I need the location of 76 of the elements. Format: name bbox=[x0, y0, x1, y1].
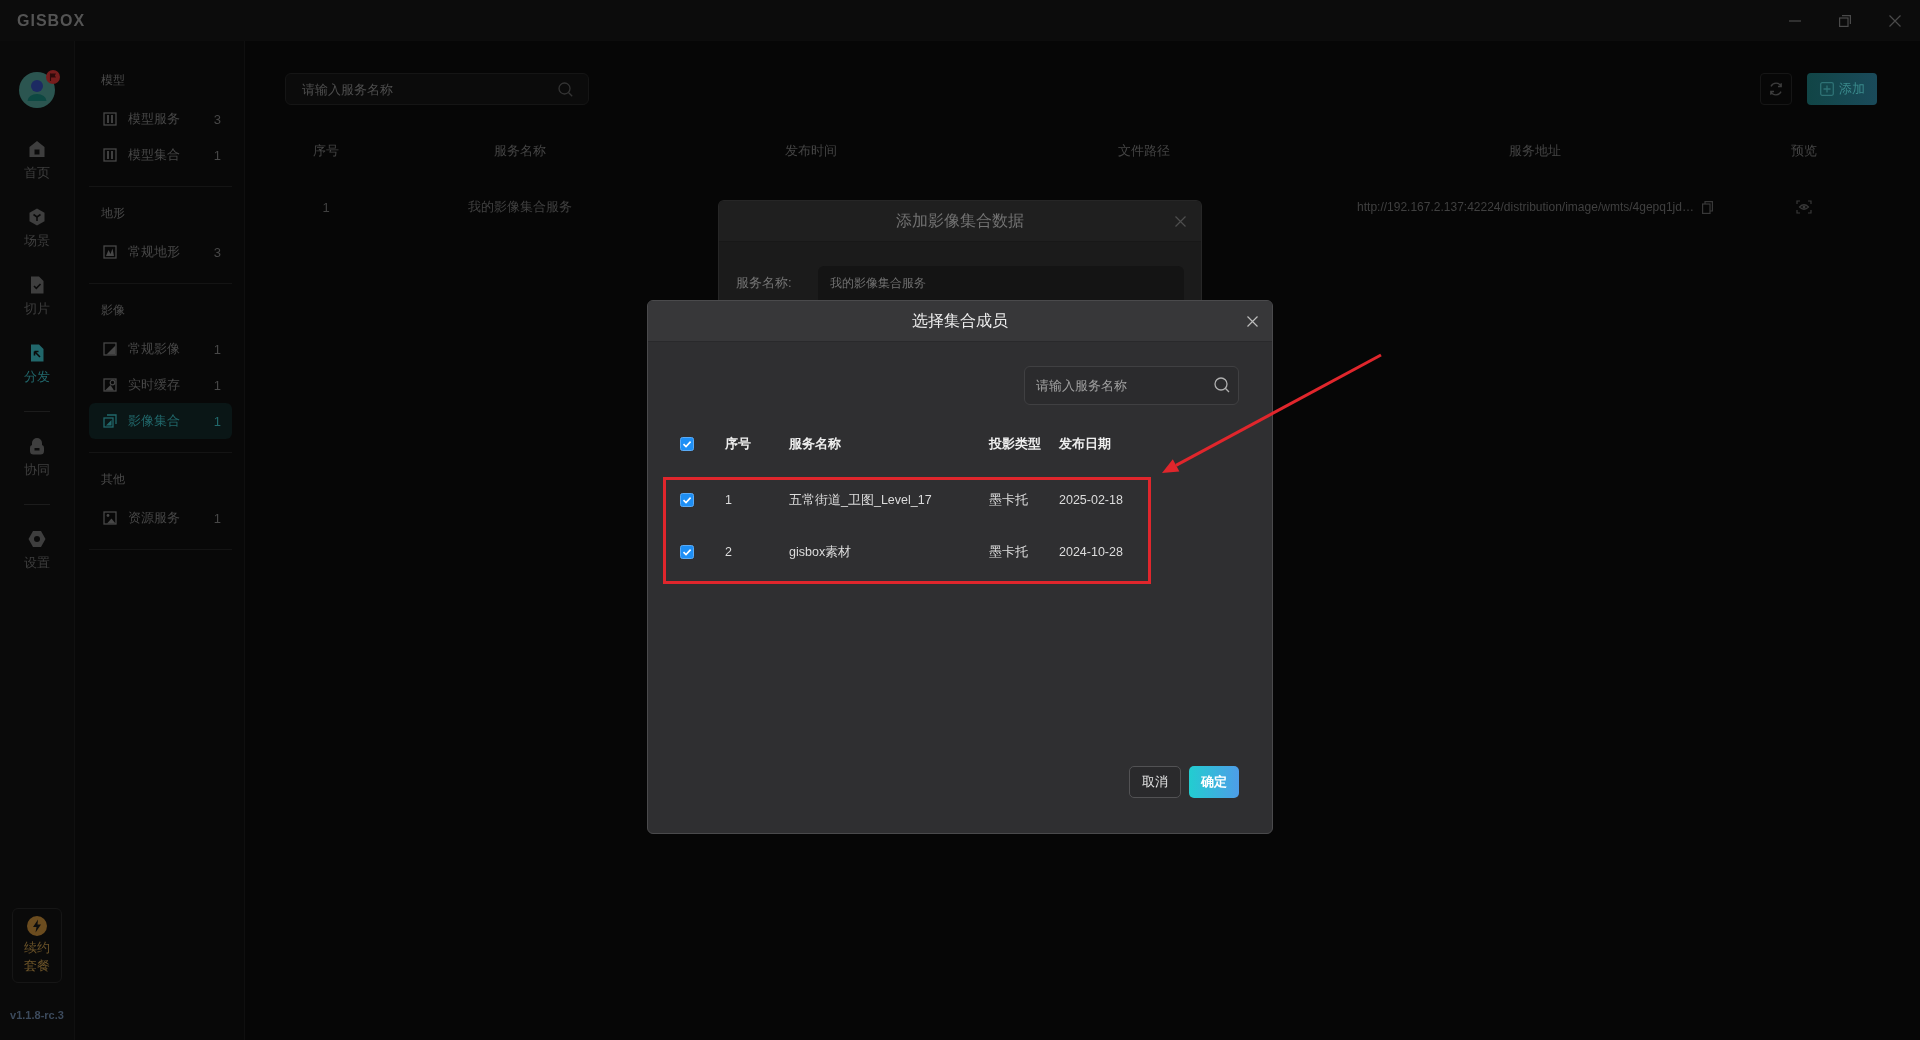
dialog-title: 选择集合成员 bbox=[912, 310, 1008, 331]
table-cell-text: 1 bbox=[725, 493, 733, 507]
cube-icon bbox=[27, 207, 47, 227]
app-logo: GISBOX bbox=[17, 11, 86, 30]
section-heading: 其他 bbox=[100, 471, 126, 487]
item-count: 1 bbox=[213, 413, 221, 429]
eye-icon[interactable] bbox=[1796, 200, 1812, 214]
confirm-button[interactable]: 确定 bbox=[1189, 766, 1239, 798]
column-header: 序号 bbox=[312, 142, 340, 160]
avatar-icon[interactable] bbox=[19, 72, 55, 108]
column-header: 服务名称 bbox=[493, 142, 547, 160]
table-cell-text: gisbox素材 bbox=[789, 543, 853, 561]
sidebar-item[interactable]: 实时缓存 1 bbox=[89, 367, 232, 403]
field-label: 服务名称: bbox=[736, 274, 793, 292]
sidebar-item[interactable]: 模型集合 1 bbox=[89, 137, 232, 173]
input-field[interactable]: 我的影像集合服务 bbox=[818, 266, 1184, 300]
column-header: 序号 bbox=[725, 435, 752, 453]
lock-icon bbox=[27, 436, 47, 456]
stacked-images-icon bbox=[103, 414, 117, 428]
section-heading: 模型 bbox=[100, 72, 126, 88]
nav-item[interactable]: 分发 bbox=[24, 343, 50, 385]
sidebar-item[interactable]: 常规地形 3 bbox=[89, 234, 232, 270]
close-icon[interactable] bbox=[1247, 315, 1258, 327]
column-header: 服务名称 bbox=[789, 435, 842, 453]
table-cell-text: 五常街道_卫图_Level_17 bbox=[789, 491, 933, 509]
column-header: 服务地址 bbox=[1508, 142, 1562, 160]
search-field[interactable]: 请输入服务名称 bbox=[1024, 366, 1239, 405]
house-icon bbox=[27, 139, 47, 159]
columns-icon bbox=[103, 112, 117, 126]
item-count: 3 bbox=[213, 111, 221, 127]
search-field[interactable]: 请输入服务名称 bbox=[285, 73, 589, 105]
image-icon bbox=[103, 342, 117, 356]
table-cell-text: 1 bbox=[321, 199, 331, 215]
version-label: v1.1.8-rc.3 bbox=[10, 1009, 64, 1022]
checkbox[interactable] bbox=[680, 545, 694, 559]
sidebar-item[interactable]: 影像集合 1 bbox=[89, 403, 232, 439]
image-clock-icon bbox=[103, 378, 117, 392]
checkbox[interactable] bbox=[680, 493, 694, 507]
column-header: 投影类型 bbox=[989, 435, 1042, 453]
item-count: 1 bbox=[213, 510, 221, 526]
table-cell-text: 墨卡托 bbox=[989, 543, 1029, 561]
item-count: 3 bbox=[213, 244, 221, 260]
checkbox[interactable] bbox=[680, 437, 694, 451]
table-cell-text: 2025-02-18 bbox=[1059, 493, 1124, 507]
table-cell-text: 2 bbox=[725, 545, 733, 559]
table-cell-text: 2024-10-28 bbox=[1059, 545, 1124, 559]
url-text: http://192.167.2.137:42224/distribution/image/wmts/4gepq1jd… bbox=[1357, 200, 1694, 214]
image-file-icon bbox=[103, 511, 117, 525]
item-count: 1 bbox=[213, 341, 221, 357]
section-heading: 影像 bbox=[100, 302, 126, 318]
refresh-button[interactable] bbox=[1760, 73, 1792, 105]
settings-icon bbox=[27, 529, 47, 549]
column-header: 预览 bbox=[1790, 142, 1818, 160]
renew-button[interactable]: 续约套餐 bbox=[12, 908, 62, 983]
item-count: 1 bbox=[213, 147, 221, 163]
restore-icon[interactable] bbox=[1839, 14, 1851, 27]
sidebar-item[interactable]: 常规影像 1 bbox=[89, 331, 232, 367]
column-header: 文件路径 bbox=[1117, 142, 1171, 160]
search-icon[interactable] bbox=[1214, 377, 1230, 393]
columns-icon bbox=[103, 148, 117, 162]
sidebar-item[interactable]: 资源服务 1 bbox=[89, 500, 232, 536]
mountain-icon bbox=[103, 245, 117, 259]
copy-icon[interactable] bbox=[1701, 200, 1713, 214]
add-icon bbox=[1819, 82, 1834, 96]
refresh-icon bbox=[1768, 81, 1784, 97]
add-button[interactable]: 添加 bbox=[1807, 73, 1877, 105]
dialog-title: 添加影像集合数据 bbox=[896, 210, 1024, 231]
section-heading: 地形 bbox=[100, 205, 126, 221]
cancel-button[interactable]: 取消 bbox=[1129, 766, 1181, 798]
table-cell-text: 墨卡托 bbox=[989, 491, 1029, 509]
item-count: 1 bbox=[213, 377, 221, 393]
column-header: 发布日期 bbox=[1059, 435, 1112, 453]
sidebar-item[interactable]: 模型服务 3 bbox=[89, 101, 232, 137]
bolt-icon bbox=[27, 916, 47, 936]
minimize-icon[interactable] bbox=[1789, 19, 1801, 22]
column-header: 发布时间 bbox=[784, 142, 838, 160]
